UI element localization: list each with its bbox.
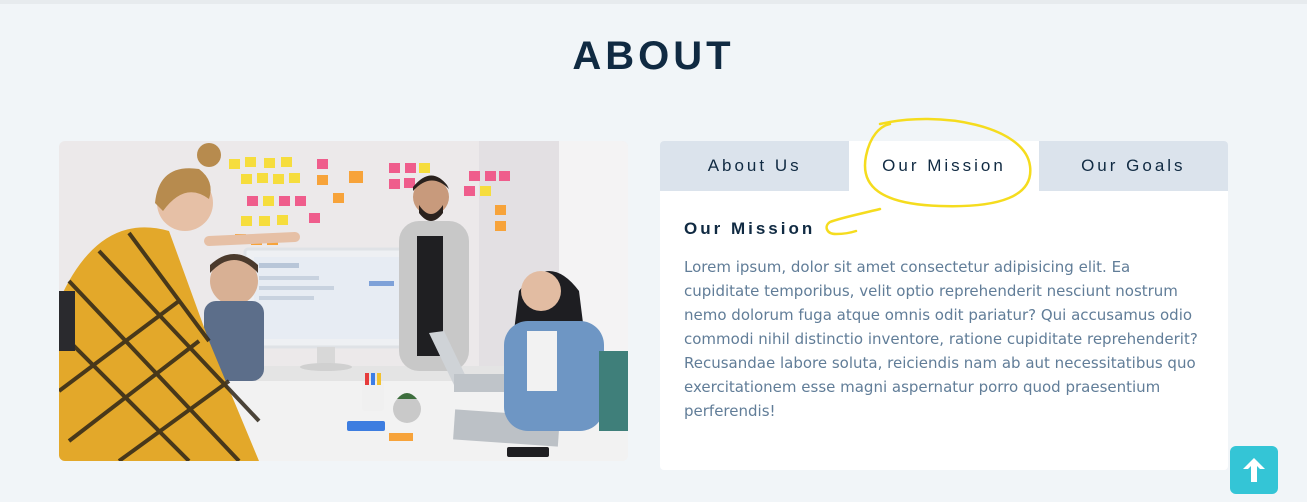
content-heading: Our Mission — [684, 219, 816, 238]
tab-our-mission[interactable]: Our Mission — [849, 141, 1039, 191]
content-text: Lorem ipsum, dolor sit amet consectetur … — [684, 258, 1198, 420]
about-tabs-panel: About Us Our Mission Our Goals Our Missi… — [660, 141, 1228, 470]
tab-our-goals[interactable]: Our Goals — [1038, 141, 1228, 191]
about-photo — [59, 141, 628, 461]
tab-bar: About Us Our Mission Our Goals — [660, 141, 1228, 191]
tab-about-us[interactable]: About Us — [660, 141, 850, 191]
section-title: ABOUT — [572, 34, 735, 78]
top-divider — [0, 0, 1307, 4]
arrow-up-icon — [1243, 458, 1265, 482]
scroll-to-top-button[interactable] — [1230, 446, 1278, 494]
tab-content: Our Mission Lorem ipsum, dolor sit amet … — [660, 191, 1228, 423]
